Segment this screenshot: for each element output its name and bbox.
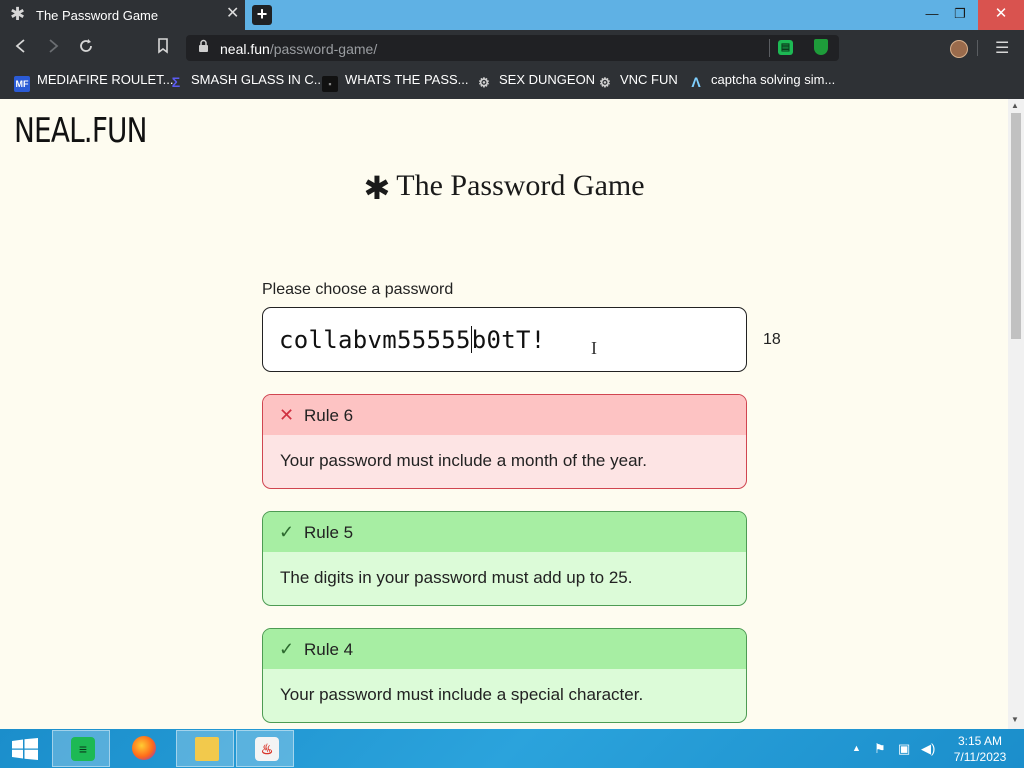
- rule-title: Rule 6: [304, 406, 354, 425]
- text-cursor-icon: I: [591, 338, 597, 358]
- reload-icon[interactable]: [78, 38, 94, 59]
- rule-4-card: ✓ Rule 4 Your password must include a sp…: [262, 628, 747, 723]
- asterisk-favicon-icon: ✱: [10, 4, 26, 24]
- tab-strip: ✱ The Password Game ✕ + — ❐ ✕: [0, 0, 1024, 30]
- taskbar-spotify[interactable]: ≡: [52, 730, 110, 767]
- page-scrollbar[interactable]: ▲ ▼: [1008, 99, 1024, 729]
- clock-time: 3:15 AM: [957, 734, 1003, 748]
- rule-5-card: ✓ Rule 5 The digits in your password mus…: [262, 511, 747, 606]
- bookmark-label: SEX DUNGEON: [499, 72, 596, 87]
- rule-description: Your password must include a special cha…: [280, 685, 644, 704]
- rule-title: Rule 4: [304, 640, 354, 659]
- bookmark-icon[interactable]: [157, 38, 169, 59]
- rule-description: The digits in your password must add up …: [280, 568, 633, 587]
- password-prompt: Please choose a password: [262, 281, 454, 298]
- rule-title: Rule 5: [304, 523, 354, 542]
- windows-logo-icon: [12, 738, 38, 760]
- forward-icon[interactable]: [46, 38, 60, 59]
- page-icon: ▪: [322, 76, 338, 92]
- url-divider: [769, 39, 770, 57]
- bookmark-mediafire-roulette[interactable]: MF MEDIAFIRE ROULET...: [14, 72, 174, 92]
- sigma-icon: Σ: [171, 74, 181, 90]
- url-domain: neal.fun: [220, 41, 270, 57]
- spotify-icon: ≡: [71, 737, 95, 761]
- network-icon[interactable]: ▣: [898, 741, 910, 757]
- rule-header: ✓ Rule 4: [263, 629, 746, 669]
- scrollbar-thumb[interactable]: [1011, 113, 1021, 339]
- bookmark-smash-glass[interactable]: Σ SMASH GLASS IN C...: [168, 72, 325, 92]
- bookmarks-bar: MF MEDIAFIRE ROULET... Σ SMASH GLASS IN C.…: [0, 65, 1024, 100]
- bookmark-label: VNC FUN: [620, 72, 678, 87]
- rule-header: ✕ Rule 6: [263, 395, 746, 435]
- page-title: ✱ The Password Game: [0, 169, 1008, 207]
- mediafire-icon: MF: [14, 76, 30, 92]
- check-icon: ✓: [279, 522, 295, 542]
- clock-date: 7/11/2023: [953, 750, 1007, 764]
- tab-title: The Password Game: [36, 8, 159, 23]
- bookmark-captcha-solving[interactable]: Λcaptcha solving sim...: [688, 72, 835, 92]
- url-path: /password-game/: [269, 41, 378, 57]
- password-input[interactable]: collabvm55555b0tT! I: [262, 307, 747, 372]
- check-icon: ✓: [279, 639, 295, 659]
- taskbar-firefox[interactable]: [114, 730, 172, 767]
- toolbar-divider: [977, 40, 978, 56]
- password-text[interactable]: collabvm55555b0tT!: [279, 326, 546, 354]
- bookmark-vnc-fun[interactable]: ⚙ VNC FUN: [597, 72, 678, 92]
- cross-icon: ✕: [279, 405, 295, 425]
- window-close-button[interactable]: ✕: [978, 0, 1024, 30]
- rule-description: Your password must include a month of th…: [280, 451, 647, 470]
- bookmark-label: captcha solving sim...: [711, 72, 836, 87]
- taskbar-clock[interactable]: 3:15 AM 7/11/2023: [945, 733, 1015, 765]
- volume-icon[interactable]: ◀): [921, 741, 935, 757]
- password-before-caret: collabvm55555: [279, 326, 471, 354]
- tray-expand-icon[interactable]: ▲: [852, 743, 861, 753]
- start-button[interactable]: [12, 738, 38, 765]
- page-content: NEAL.FUN ✱ The Password Game Please choos…: [0, 99, 1008, 729]
- restore-button[interactable]: ❐: [943, 0, 977, 30]
- gear-icon: ⚙: [478, 75, 490, 90]
- url-text[interactable]: neal.fun/password-game/: [220, 41, 377, 57]
- java-icon: ♨: [255, 737, 279, 761]
- asterisk-icon: ✱: [363, 169, 391, 207]
- rule-6-card: ✕ Rule 6 Your password must include a mo…: [262, 394, 747, 489]
- tab-close-icon[interactable]: ✕: [226, 6, 239, 22]
- bookmark-label: MEDIAFIRE ROULET...: [37, 72, 174, 87]
- menu-icon[interactable]: ☰: [995, 38, 1009, 58]
- address-bar[interactable]: neal.fun/password-game/ ▤: [186, 35, 839, 61]
- scroll-down-arrow-icon[interactable]: ▼: [1011, 715, 1019, 724]
- lock-icon: [198, 39, 209, 56]
- extension-notes-icon[interactable]: ▤: [778, 40, 793, 55]
- site-logo[interactable]: NEAL.FUN: [14, 111, 148, 151]
- character-count: 18: [763, 331, 781, 348]
- password-after-caret: b0tT!: [471, 326, 546, 354]
- windows-taskbar: ≡ ♨ ▲ ⚑ ▣ ◀): [0, 729, 1024, 768]
- lambda-icon: Λ: [691, 74, 701, 90]
- taskbar-file-explorer[interactable]: [176, 730, 234, 767]
- scroll-up-arrow-icon[interactable]: ▲: [1011, 101, 1019, 110]
- bookmark-sex-dungeon[interactable]: ⚙ SEX DUNGEON: [476, 72, 595, 92]
- new-tab-button[interactable]: +: [252, 5, 272, 25]
- firefox-icon: [132, 736, 156, 760]
- back-icon[interactable]: [14, 38, 28, 59]
- bookmark-label: SMASH GLASS IN C...: [191, 72, 325, 87]
- page-title-text: The Password Game: [396, 169, 645, 202]
- gear-icon: ⚙: [599, 75, 611, 90]
- flag-icon[interactable]: ⚑: [874, 741, 886, 757]
- taskbar-java[interactable]: ♨: [236, 730, 294, 767]
- bookmark-label: WHATS THE PASS...: [345, 72, 469, 87]
- bookmark-whats-the-password[interactable]: ▪ WHATS THE PASS...: [322, 72, 469, 92]
- profile-avatar[interactable]: [950, 40, 968, 58]
- file-explorer-icon: [195, 737, 219, 761]
- extension-shield-icon[interactable]: [814, 39, 828, 55]
- tab-password-game[interactable]: ✱ The Password Game ✕: [0, 0, 245, 30]
- rule-header: ✓ Rule 5: [263, 512, 746, 552]
